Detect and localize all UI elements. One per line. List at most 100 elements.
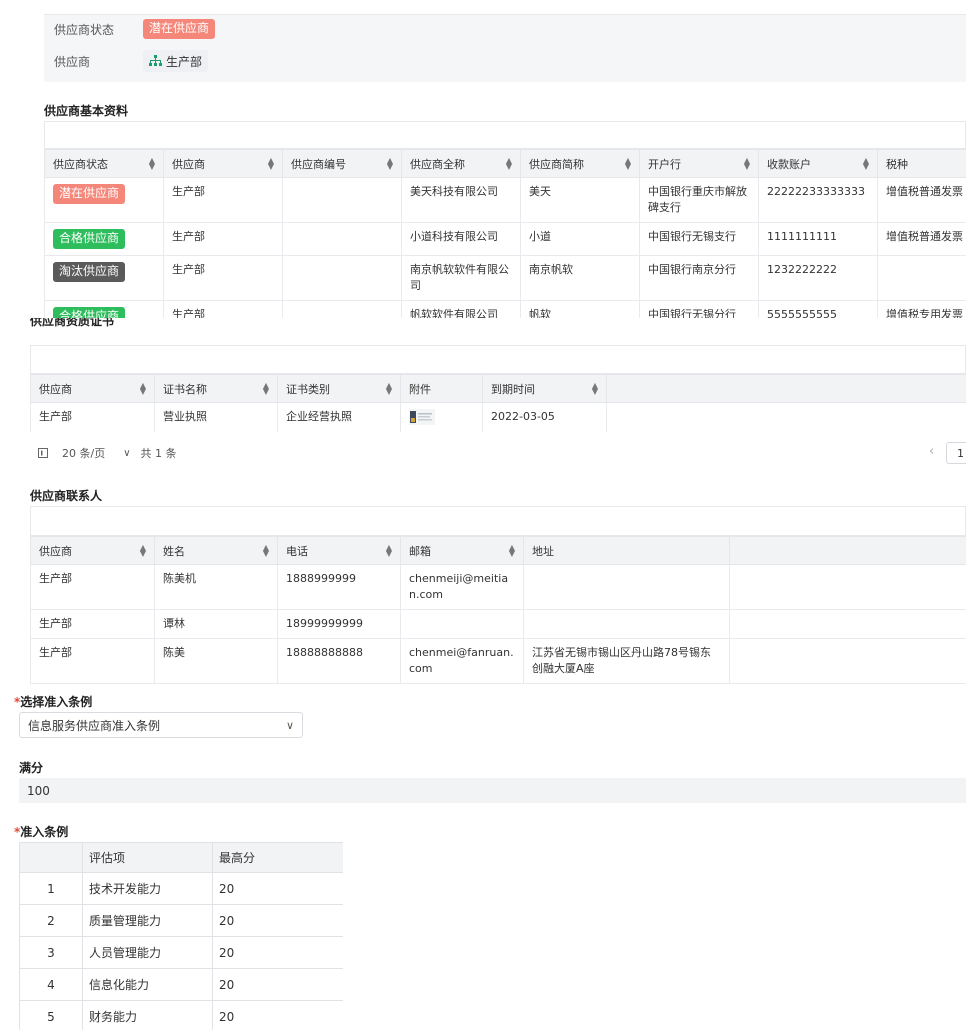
criteria-table: 评估项 最高分 1 技术开发能力 20 2 质量管理能力 20 3 人员管理能力… <box>19 842 343 1030</box>
column-header-account[interactable]: 收款账户 ▲ ▼ <box>758 149 878 178</box>
org-chart-icon <box>149 55 162 66</box>
column-header-max-score: 最高分 <box>212 842 343 873</box>
table-row[interactable]: 生产部 陈美机 1888999999 chenmeiji@meitian.com <box>30 564 966 610</box>
table-row[interactable]: 2 质量管理能力 20 <box>19 904 343 937</box>
score-cell: 20 <box>212 872 343 905</box>
supplier-department-name: 生产部 <box>166 54 203 69</box>
status-badge: 潜在供应商 <box>143 19 216 39</box>
bank-cell: 中国银行重庆市解放碑支行 <box>639 177 759 223</box>
sort-icon[interactable]: ▲ ▼ <box>863 157 869 171</box>
column-header-expiry[interactable]: 到期时间 ▲ ▼ <box>482 374 607 403</box>
column-header-code[interactable]: 供应商编号 ▲ ▼ <box>282 149 402 178</box>
full-name-cell: 小道科技有限公司 <box>401 222 521 256</box>
sort-icon[interactable]: ▲ ▼ <box>592 382 598 396</box>
supplier-cell: 生产部 <box>30 564 155 610</box>
column-header-status[interactable]: 供应商状态 ▲ ▼ <box>44 149 164 178</box>
sort-icon[interactable]: ▲ ▼ <box>744 157 750 171</box>
basic-info-toolbar <box>44 121 966 149</box>
column-header-name[interactable]: 姓名 ▲ ▼ <box>154 536 278 565</box>
criteria-select-label: *选择准入条例 <box>14 695 93 709</box>
criteria-select[interactable]: 信息服务供应商准入条例 ∨ <box>19 712 303 738</box>
table-row[interactable]: 生产部 营业执照 企业经营执照 2022-03-05 <box>30 402 966 432</box>
short-name-cell: 帆软 <box>520 300 640 318</box>
basic-info-table-wrap[interactable]: 供应商状态 ▲ ▼ 供应商 ▲ ▼ 供应商编号 ▲ ▼ 供应商全称 ▲ ▼ 供应商简称 ▲ ▼ 开户… <box>44 149 966 318</box>
column-header-phone[interactable]: 电话 ▲ ▼ <box>277 536 401 565</box>
filler-cell <box>729 609 966 639</box>
column-header-filler <box>729 536 966 565</box>
certificates-toolbar <box>30 345 966 374</box>
chevron-down-icon[interactable]: ∨ <box>123 448 130 459</box>
column-header-cert-category[interactable]: 证书类别 ▲ ▼ <box>277 374 401 403</box>
full-score-field: 100 <box>19 778 966 803</box>
table-row[interactable]: 合格供应商 生产部 帆软软件有限公司 帆软 中国银行无锡分行 555555555… <box>44 300 966 318</box>
score-cell: 20 <box>212 936 343 969</box>
short-name-cell: 美天 <box>520 177 640 223</box>
table-row[interactable]: 生产部 谭林 18999999999 <box>30 609 966 639</box>
tax-cell: 增值税普通发票 <box>877 222 966 256</box>
column-header-bank[interactable]: 开户行 ▲ ▼ <box>639 149 759 178</box>
column-header-item: 评估项 <box>82 842 213 873</box>
sort-icon[interactable]: ▲ ▼ <box>509 544 515 558</box>
table-row[interactable]: 3 人员管理能力 20 <box>19 936 343 969</box>
status-badge: 潜在供应商 <box>53 184 126 204</box>
address-cell <box>523 564 730 610</box>
column-header-attachment[interactable]: 附件 <box>400 374 483 403</box>
sort-icon[interactable]: ▲ ▼ <box>140 544 146 558</box>
page-size-value[interactable]: 20 条/页 <box>62 445 105 461</box>
table-row[interactable]: 淘汰供应商 生产部 南京帆软软件有限公司 南京帆软 中国银行南京分行 12322… <box>44 255 966 301</box>
sort-icon[interactable]: ▲ ▼ <box>268 157 274 171</box>
contact-name-cell: 陈美 <box>154 638 278 684</box>
sort-icon[interactable]: ▲ ▼ <box>140 382 146 396</box>
certificates-table-wrap[interactable]: 供应商 ▲ ▼ 证书名称 ▲ ▼ 证书类别 ▲ ▼ 附件 到期时间 ▲ ▼ 生产部 营业执照 企… <box>30 374 966 432</box>
supplier-cell: 生产部 <box>30 638 155 684</box>
short-name-cell: 小道 <box>520 222 640 256</box>
index-cell: 5 <box>19 1000 83 1030</box>
sort-icon[interactable]: ▲ ▼ <box>386 382 392 396</box>
score-cell: 20 <box>212 1000 343 1030</box>
contacts-table: 供应商 ▲ ▼ 姓名 ▲ ▼ 电话 ▲ ▼ 邮箱 ▲ ▼ 地址 生产部 陈美机 18889999… <box>30 536 966 684</box>
sort-icon[interactable]: ▲ ▼ <box>506 157 512 171</box>
table-row[interactable]: 4 信息化能力 20 <box>19 968 343 1001</box>
supplier-cell: 生产部 <box>30 609 155 639</box>
item-cell: 技术开发能力 <box>82 872 213 905</box>
column-header-cert-name[interactable]: 证书名称 ▲ ▼ <box>154 374 278 403</box>
item-cell: 质量管理能力 <box>82 904 213 937</box>
column-header-full-name[interactable]: 供应商全称 ▲ ▼ <box>401 149 521 178</box>
column-header-supplier[interactable]: 供应商 ▲ ▼ <box>163 149 283 178</box>
table-row[interactable]: 合格供应商 生产部 小道科技有限公司 小道 中国银行无锡支行 111111111… <box>44 222 966 256</box>
column-header-tax[interactable]: 税种 <box>877 149 966 178</box>
score-cell: 20 <box>212 968 343 1001</box>
address-cell <box>523 609 730 639</box>
current-page-button[interactable]: 1 <box>946 442 966 464</box>
phone-cell: 1888999999 <box>277 564 401 610</box>
page-size-icon <box>38 448 48 458</box>
column-header-supplier[interactable]: 供应商 ▲ ▼ <box>30 374 155 403</box>
sort-icon[interactable]: ▲ ▼ <box>386 544 392 558</box>
sort-icon[interactable]: ▲ ▼ <box>387 157 393 171</box>
column-header-short-name[interactable]: 供应商简称 ▲ ▼ <box>520 149 640 178</box>
supplier-label: 供应商 <box>54 55 91 69</box>
column-header-email[interactable]: 邮箱 ▲ ▼ <box>400 536 524 565</box>
column-header-address[interactable]: 地址 <box>523 536 730 565</box>
contacts-table-wrap[interactable]: 供应商 ▲ ▼ 姓名 ▲ ▼ 电话 ▲ ▼ 邮箱 ▲ ▼ 地址 生产部 陈美机 18889999… <box>30 536 966 684</box>
sort-icon[interactable]: ▲ ▼ <box>263 544 269 558</box>
supplier-summary-panel: 供应商状态 潜在供应商 供应商 生产部 <box>44 14 966 82</box>
index-cell: 4 <box>19 968 83 1001</box>
certificates-title: 供应商资质证书 <box>30 318 115 328</box>
item-cell: 人员管理能力 <box>82 936 213 969</box>
chevron-down-icon[interactable]: ∨ <box>286 719 294 732</box>
full-name-cell: 美天科技有限公司 <box>401 177 521 223</box>
code-cell <box>282 255 402 301</box>
full-name-cell: 南京帆软软件有限公司 <box>401 255 521 301</box>
sort-icon[interactable]: ▲ ▼ <box>149 157 155 171</box>
status-badge: 合格供应商 <box>53 307 126 318</box>
table-row[interactable]: 潜在供应商 生产部 美天科技有限公司 美天 中国银行重庆市解放碑支行 22222… <box>44 177 966 223</box>
column-header-supplier[interactable]: 供应商 ▲ ▼ <box>30 536 155 565</box>
sort-icon[interactable]: ▲ ▼ <box>263 382 269 396</box>
prev-page-icon[interactable]: ‹ <box>929 444 934 459</box>
sort-icon[interactable]: ▲ ▼ <box>625 157 631 171</box>
table-row[interactable]: 生产部 陈美 18888888888 chenmei@fanruan.com 江… <box>30 638 966 684</box>
table-row[interactable]: 1 技术开发能力 20 <box>19 872 343 905</box>
document-thumbnail-icon[interactable] <box>409 409 435 425</box>
table-row[interactable]: 5 财务能力 20 <box>19 1000 343 1030</box>
